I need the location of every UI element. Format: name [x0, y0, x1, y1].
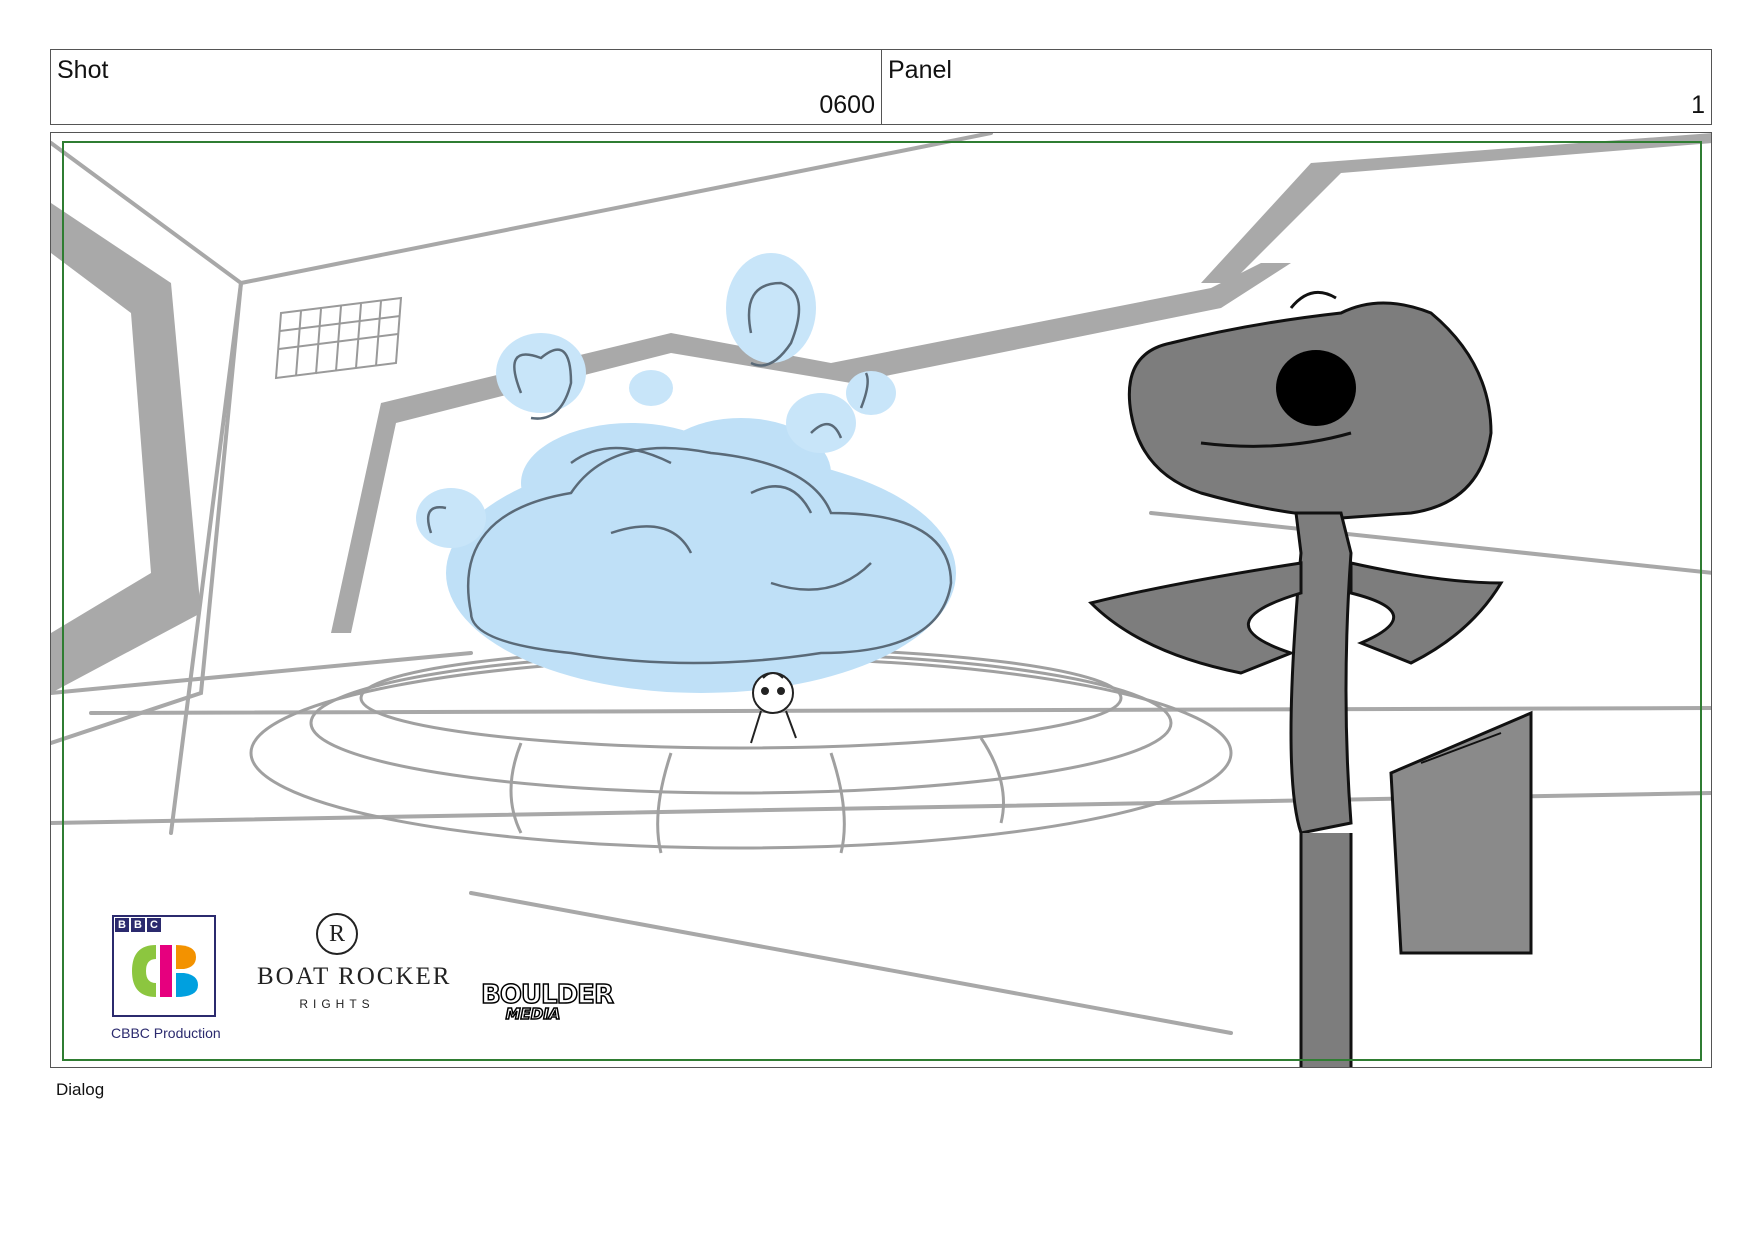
- panel-number: 1: [1691, 91, 1705, 119]
- boat-rocker-logo: R BOAT ROCKER RIGHTS: [257, 913, 452, 1011]
- boulder-media-logo: BOULDER MEDIA: [480, 980, 614, 1022]
- dialog-label: Dialog: [56, 1080, 105, 1099]
- storyboard-frame: B B C CBBC Production R BOAT ROCKER RIGH…: [50, 132, 1712, 1068]
- shot-cell: Shot 0600: [51, 50, 882, 124]
- upper-right-band: [1201, 133, 1711, 283]
- shot-panel-header: Shot 0600 Panel 1: [50, 49, 1712, 125]
- boat-rocker-mark-icon: R: [316, 913, 358, 955]
- ceiling-line: [239, 133, 993, 285]
- wall-vent: [274, 296, 403, 380]
- smoke-cloud: [416, 253, 956, 693]
- panel-cell: Panel 1: [882, 50, 1711, 124]
- boat-rocker-name: BOAT ROCKER: [257, 963, 452, 990]
- boat-rocker-sub: RIGHTS: [299, 997, 375, 1011]
- copyright-text: ker Ri s MMXVI: [1528, 980, 1701, 1007]
- small-character: [750, 672, 797, 744]
- panel-label: Panel: [888, 56, 952, 84]
- cbbc-production-caption: CBBC Production: [111, 1025, 221, 1041]
- large-grey-character: [1088, 290, 1533, 1067]
- cbbc-logo: B B C: [112, 915, 216, 1017]
- shot-number: 0600: [819, 91, 875, 119]
- left-door-frame: [51, 203, 201, 693]
- cbbc-mark-icon: [132, 945, 198, 997]
- shot-label: Shot: [57, 56, 109, 84]
- boulder-line1: BOULDER: [480, 980, 614, 1010]
